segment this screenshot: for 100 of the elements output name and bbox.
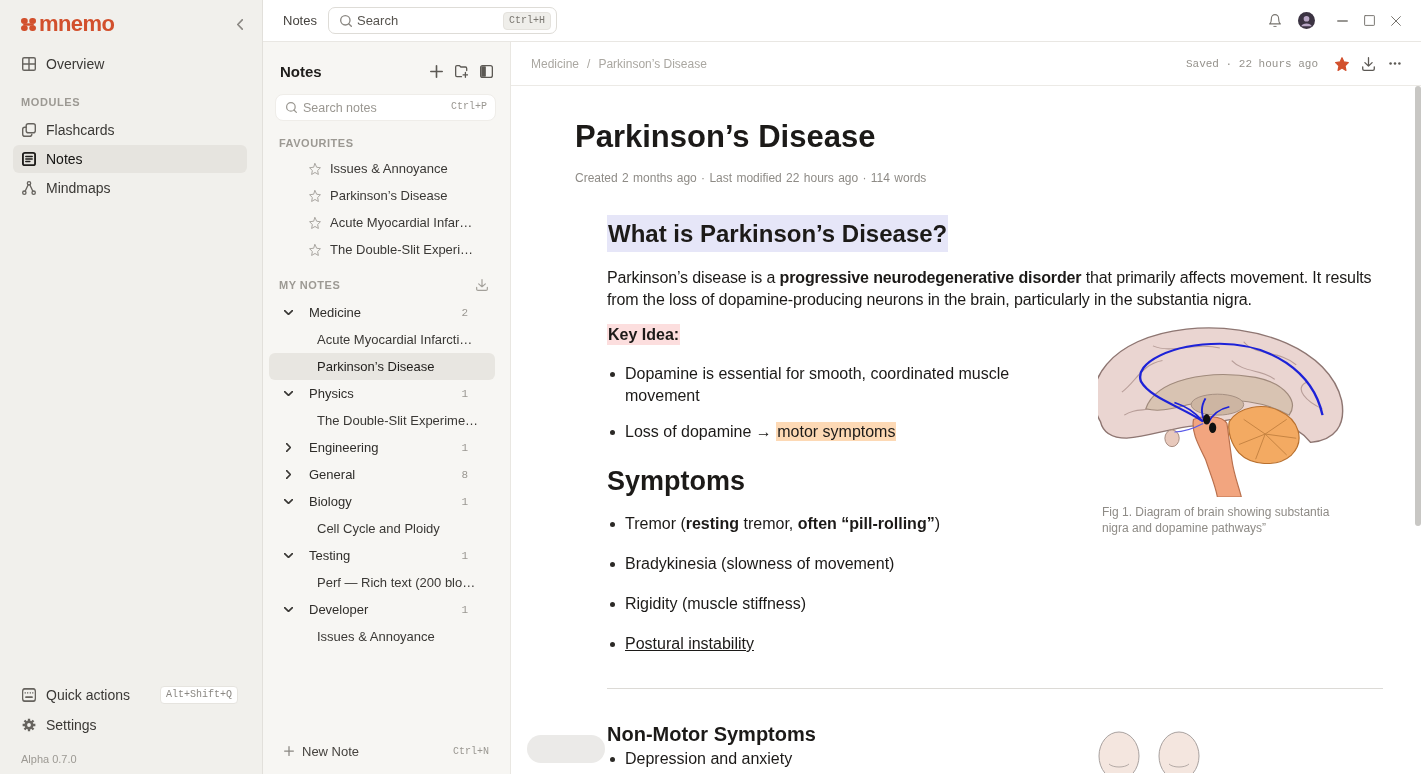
star-icon <box>309 189 321 202</box>
shortcut-hint: Ctrl+N <box>453 745 489 757</box>
version-label: Alpha 0.7.0 <box>20 752 78 766</box>
plus-icon[interactable] <box>430 64 443 78</box>
favourite-item[interactable]: Issues & Annoyance <box>269 155 495 182</box>
folder-item[interactable]: Testing 1 <box>269 542 495 569</box>
item-count: 8 <box>461 468 468 481</box>
star-icon <box>309 216 321 229</box>
sidebar-item[interactable]: Settings <box>13 711 247 739</box>
grid-icon <box>22 57 36 71</box>
download-icon[interactable] <box>1362 56 1375 71</box>
page-title: Notes <box>283 13 317 28</box>
folder-item[interactable]: Engineering 1 <box>269 434 495 461</box>
note-item[interactable]: Perf — Rich text (200 blo… <box>269 569 495 596</box>
chevron-left-icon[interactable] <box>237 18 243 30</box>
save-status: Saved · 22 hours ago <box>1185 57 1318 70</box>
item-count: 2 <box>461 306 468 319</box>
shortcut-hint: Ctrl+P <box>451 100 487 114</box>
item-count: 1 <box>461 603 468 616</box>
sidebar-item[interactable]: Flashcards <box>13 116 247 144</box>
logo-wordmark: mnemo <box>39 12 115 36</box>
link[interactable]: Postural instability <box>625 633 754 655</box>
maximize-icon[interactable] <box>1364 15 1375 26</box>
bullet-icon <box>610 522 615 527</box>
note-icon <box>22 152 36 166</box>
document-title: Parkinson’s Disease <box>575 118 877 156</box>
bell-icon[interactable] <box>1269 14 1281 27</box>
bullet-icon <box>610 430 615 435</box>
document-meta: Created 2 months ago · Last modified 22 hours ago · 114 words <box>575 170 928 186</box>
more-icon[interactable] <box>1389 62 1401 65</box>
breadcrumb-separator: / <box>587 56 591 71</box>
chevron-down-icon[interactable] <box>284 553 293 558</box>
item-count: 1 <box>461 441 468 454</box>
favourite-item[interactable]: The Double-Slit Experi… <box>269 236 495 263</box>
figure-caption: Fig 1. Diagram of brain showing substantia nigra and dopamine pathways” <box>1102 504 1331 536</box>
avatar-icon[interactable] <box>1298 12 1315 29</box>
list-item: Loss of dopamine → motor symptoms <box>625 421 897 443</box>
list-item: Tremor (resting tremor, often “pill-rolling”) <box>625 514 940 534</box>
sidebar-toggle-icon[interactable] <box>480 64 493 78</box>
note-item[interactable]: Acute Myocardial Infarcti… <box>269 326 495 353</box>
folder-item[interactable]: Physics 1 <box>269 380 495 407</box>
chevron-right-icon[interactable] <box>286 470 291 479</box>
minimize-icon[interactable] <box>1337 19 1348 22</box>
list-item: Depression and anxiety <box>625 749 793 769</box>
paragraph: Parkinson’s disease is a progressive neurodegenerative disorder that primarily affects movement. It results from the loss of dopamine-producing neurons in the brain, particularly in the substantia nigra. <box>607 268 1373 310</box>
shortcut-hint: Ctrl+H <box>502 12 551 30</box>
bullet-icon <box>610 757 615 762</box>
sidebar-item[interactable]: Overview <box>13 50 247 78</box>
logo-icon <box>21 17 36 31</box>
bullet-icon <box>610 642 615 647</box>
bullet-icon <box>610 562 615 567</box>
section-heading: Symptoms <box>607 465 746 498</box>
note-item[interactable]: Parkinson’s Disease <box>269 353 495 380</box>
section-label: FAVOURITES <box>278 137 355 149</box>
chevron-down-icon[interactable] <box>284 607 293 612</box>
chevron-down-icon[interactable] <box>284 310 293 315</box>
section-heading: Non-Motor Symptoms <box>607 722 816 747</box>
scrollbar-thumb[interactable] <box>1415 86 1421 526</box>
folder-plus-icon[interactable] <box>455 64 468 78</box>
folder-item[interactable]: General 8 <box>269 461 495 488</box>
chevron-right-icon[interactable] <box>286 443 291 452</box>
folder-item[interactable]: Medicine 2 <box>269 299 495 326</box>
close-icon[interactable] <box>1391 15 1401 26</box>
search-icon <box>339 15 352 27</box>
nodes-icon <box>22 181 36 195</box>
bullet-icon <box>610 372 615 377</box>
star-icon[interactable] <box>1335 56 1349 71</box>
item-count: 1 <box>461 549 468 562</box>
sidebar-item[interactable]: Notes <box>13 145 247 173</box>
favourite-item[interactable]: Acute Myocardial Infar… <box>269 209 495 236</box>
star-icon <box>309 162 321 175</box>
callout-label: Key Idea: <box>607 324 681 345</box>
cards-icon <box>22 123 36 137</box>
search-icon <box>286 102 297 113</box>
star-icon <box>309 243 321 256</box>
note-item[interactable]: Issues & Annoyance <box>269 623 495 650</box>
sidebar-item[interactable]: Mindmaps <box>13 174 247 202</box>
section-label: MODULES <box>20 96 82 108</box>
breadcrumb-current: Parkinson’s Disease <box>598 56 707 71</box>
note-item[interactable]: Cell Cycle and Ploidy <box>269 515 495 542</box>
chevron-down-icon[interactable] <box>284 499 293 504</box>
note-item[interactable]: The Double-Slit Experime… <box>269 407 495 434</box>
keyboard-icon <box>22 688 36 702</box>
list-item: Rigidity (muscle stiffness) <box>625 594 807 614</box>
panel-title: Notes <box>280 62 322 80</box>
gear-icon <box>22 718 36 732</box>
list-item: Bradykinesia (slowness of movement) <box>625 554 895 574</box>
new-note-button[interactable]: New Note Ctrl+N <box>263 736 510 766</box>
section-heading: What is Parkinson’s Disease? <box>607 215 949 252</box>
folder-item[interactable]: Developer 1 <box>269 596 495 623</box>
chevron-down-icon[interactable] <box>284 391 293 396</box>
shortcut-hint: Alt+Shift+Q <box>160 686 238 704</box>
bullet-icon <box>610 602 615 607</box>
favourite-item[interactable]: Parkinson’s Disease <box>269 182 495 209</box>
section-label: MY NOTES <box>279 279 341 291</box>
folder-item[interactable]: Biology 1 <box>269 488 495 515</box>
item-count: 1 <box>461 495 468 508</box>
plus-icon <box>284 746 294 756</box>
sidebar-item[interactable]: Quick actions Alt+Shift+Q <box>13 681 247 709</box>
list-item: Dopamine is essential for smooth, coordinated muscle movement <box>625 364 1011 406</box>
